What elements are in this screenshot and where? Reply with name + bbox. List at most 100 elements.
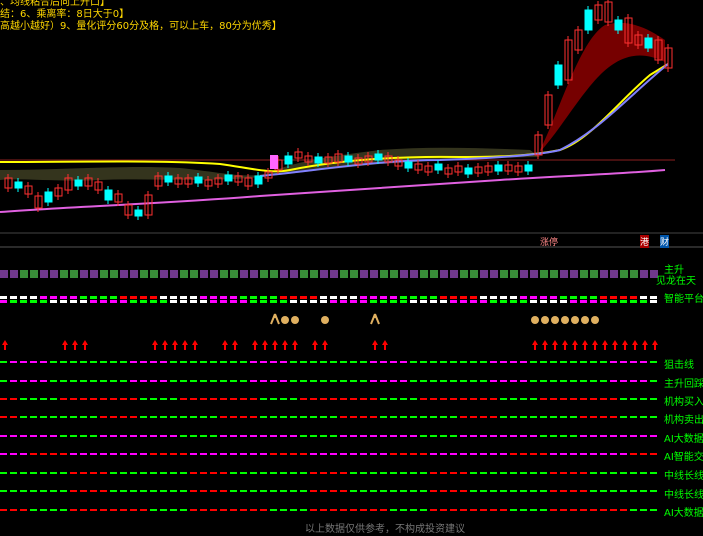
indicator-segment xyxy=(410,361,417,363)
indicator-segment xyxy=(170,472,177,474)
indicator-segment xyxy=(610,296,617,299)
indicator-segment xyxy=(400,380,407,382)
indicator-segment xyxy=(510,300,517,303)
indicator-segment xyxy=(360,435,367,437)
up-arrow-icon xyxy=(652,340,658,350)
header-line-3: 高越小越好）9、量化评分60分及格，可以上车，80分为优秀】 xyxy=(0,21,282,32)
indicator-segment xyxy=(260,453,267,455)
indicator-segment xyxy=(90,472,97,474)
indicator-segment xyxy=(280,300,287,303)
indicator-segment xyxy=(380,435,387,437)
indicator-segment xyxy=(480,472,487,474)
indicator-segment xyxy=(470,509,477,511)
indicator-segment xyxy=(630,416,637,418)
indicator-segment xyxy=(200,416,207,418)
indicator-segment xyxy=(310,300,317,303)
indicator-segment xyxy=(500,435,507,437)
indicator-segment xyxy=(600,472,607,474)
indicator-segment xyxy=(520,398,527,400)
indicator-segment xyxy=(0,435,7,437)
indicator-segment xyxy=(90,398,97,400)
indicator-segment xyxy=(120,380,127,382)
up-arrow-icon xyxy=(642,340,648,350)
indicator-segment xyxy=(130,472,137,474)
indicator-segment xyxy=(210,416,217,418)
label-inst-buy: 机构买入 xyxy=(664,397,703,408)
indicator-segment xyxy=(350,398,357,400)
indicator-segment xyxy=(450,361,457,363)
signal-text-block xyxy=(260,270,268,278)
candlestick-chart[interactable] xyxy=(0,0,703,532)
indicator-segment xyxy=(540,509,547,511)
up-arrow-icon xyxy=(552,340,558,350)
candle-body xyxy=(374,153,383,161)
person-icon xyxy=(270,313,280,325)
indicator-segment xyxy=(510,453,517,455)
indicator-segment xyxy=(120,296,127,299)
indicator-segment xyxy=(490,380,497,382)
indicator-segment xyxy=(630,490,637,492)
hk-tag[interactable]: 港 xyxy=(640,235,650,248)
indicator-segment xyxy=(470,380,477,382)
indicator-segment xyxy=(230,509,237,511)
finance-tag[interactable]: 财 xyxy=(660,235,670,248)
indicator-segment xyxy=(240,296,247,299)
indicator-segment xyxy=(420,380,427,382)
indicator-segment xyxy=(450,490,457,492)
indicator-segment xyxy=(230,380,237,382)
indicator-segment xyxy=(560,509,567,511)
indicator-segment xyxy=(270,490,277,492)
indicator-segment xyxy=(610,398,617,400)
indicator-segment xyxy=(640,296,647,299)
up-arrow-icon xyxy=(312,340,318,350)
indicator-segment xyxy=(30,509,37,511)
indicator-segment xyxy=(160,361,167,363)
indicator-segment xyxy=(60,361,67,363)
indicator-segment xyxy=(440,435,447,437)
signal-text-block xyxy=(160,270,168,278)
indicator-segment xyxy=(190,435,197,437)
indicator-segment xyxy=(20,416,27,418)
indicator-segment xyxy=(360,416,367,418)
indicator-segment xyxy=(280,380,287,382)
indicator-segment xyxy=(630,300,637,303)
indicator-segment xyxy=(230,435,237,437)
indicator-segment xyxy=(520,380,527,382)
indicator-segment xyxy=(160,509,167,511)
indicator-segment xyxy=(90,296,97,299)
money-bag-icon xyxy=(321,316,329,324)
indicator-segment xyxy=(250,509,257,511)
indicator-segment xyxy=(360,300,367,303)
indicator-segment xyxy=(580,490,587,492)
indicator-segment xyxy=(180,472,187,474)
indicator-segment xyxy=(60,300,67,303)
money-bag-icon xyxy=(281,316,289,324)
indicator-segment xyxy=(440,453,447,455)
indicator-segment xyxy=(90,416,97,418)
indicator-segment xyxy=(560,361,567,363)
indicator-segment xyxy=(430,509,437,511)
candle-body xyxy=(44,191,53,203)
candle-body xyxy=(134,209,143,217)
indicator-segment xyxy=(420,509,427,511)
indicator-segment xyxy=(330,416,337,418)
indicator-segment xyxy=(60,490,67,492)
indicator-segment xyxy=(310,361,317,363)
indicator-segment xyxy=(500,490,507,492)
indicator-segment xyxy=(220,300,227,303)
indicator-segment xyxy=(550,296,557,299)
signal-text-block xyxy=(380,270,388,278)
indicator-segment xyxy=(640,300,647,303)
indicator-segment xyxy=(500,361,507,363)
header-line-1: 、均线粘合后向上开口】 xyxy=(0,0,110,8)
indicator-segment xyxy=(620,361,627,363)
indicator-segment xyxy=(240,398,247,400)
label-main-pullback: 主升回踩 xyxy=(664,379,703,390)
indicator-segment xyxy=(380,453,387,455)
indicator-segment xyxy=(10,300,17,303)
limit-up-tag[interactable]: 涨停 xyxy=(540,235,558,248)
indicator-segment xyxy=(520,296,527,299)
indicator-segment xyxy=(340,361,347,363)
indicator-segment xyxy=(10,380,17,382)
indicator-segment xyxy=(500,296,507,299)
